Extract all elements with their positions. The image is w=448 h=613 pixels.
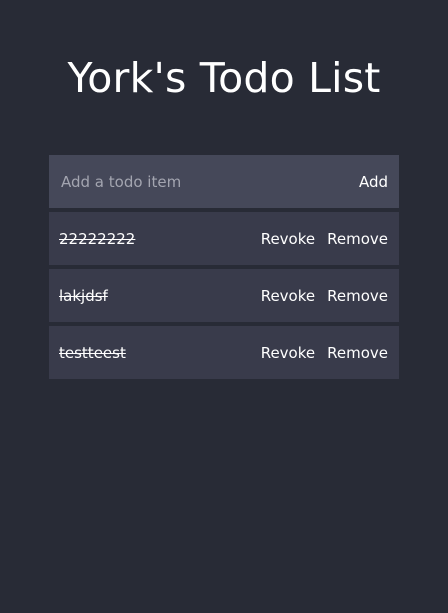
todo-item-text: testteest — [59, 343, 126, 362]
add-button[interactable]: Add — [359, 173, 388, 191]
todo-item: lakjdsf Revoke Remove — [49, 269, 399, 322]
remove-button[interactable]: Remove — [327, 230, 388, 248]
todo-item-actions: Revoke Remove — [261, 230, 388, 248]
revoke-button[interactable]: Revoke — [261, 344, 315, 362]
todo-input[interactable] — [61, 172, 311, 191]
todo-item: testteest Revoke Remove — [49, 326, 399, 379]
remove-button[interactable]: Remove — [327, 287, 388, 305]
todo-item-actions: Revoke Remove — [261, 344, 388, 362]
new-todo-form: Add — [49, 155, 399, 208]
todo-item-text: 22222222 — [59, 229, 136, 248]
todo-list: 22222222 Revoke Remove lakjdsf Revoke Re… — [49, 212, 399, 383]
todo-item-actions: Revoke Remove — [261, 287, 388, 305]
todo-item: 22222222 Revoke Remove — [49, 212, 399, 265]
revoke-button[interactable]: Revoke — [261, 287, 315, 305]
todo-item-text: lakjdsf — [59, 286, 108, 305]
revoke-button[interactable]: Revoke — [261, 230, 315, 248]
page-title: York's Todo List — [67, 54, 381, 102]
todo-app: York's Todo List Add 22222222 Revoke Rem… — [0, 0, 448, 613]
remove-button[interactable]: Remove — [327, 344, 388, 362]
